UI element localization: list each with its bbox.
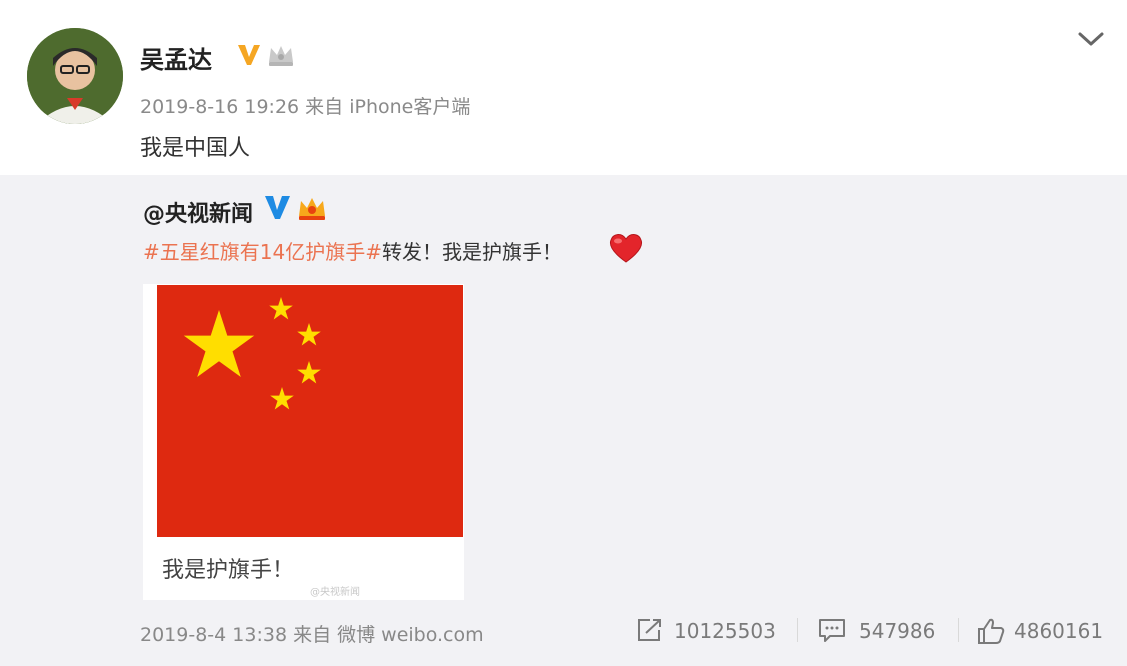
verified-v-icon: [238, 45, 260, 65]
post-text: 我是中国人: [140, 136, 251, 161]
repost-button[interactable]: 10125503: [636, 616, 786, 646]
like-count: 4860161: [1014, 619, 1104, 643]
repost-meta: 2019-8-4 13:38 来自 微博 weibo.com: [140, 624, 484, 646]
comment-count: 547986: [859, 619, 936, 643]
topic-link[interactable]: #五星红旗有14亿护旗手#: [143, 240, 382, 264]
post-meta: 2019-8-16 19:26 来自 iPhone客户端: [140, 96, 471, 118]
repost-text: #五星红旗有14亿护旗手#转发！我是护旗手！: [143, 236, 562, 265]
like-button[interactable]: 4860161: [976, 616, 1116, 646]
verified-v-icon: [265, 196, 290, 219]
heart-icon: [609, 234, 643, 263]
divider: [958, 618, 959, 642]
repost-user[interactable]: @央视新闻: [143, 196, 253, 228]
comment-button[interactable]: 547986: [817, 616, 947, 646]
member-crown-icon: [299, 198, 325, 220]
member-crown-icon: [269, 46, 293, 66]
author-name[interactable]: 吴孟达: [140, 40, 212, 75]
divider: [797, 618, 798, 642]
card-title: 我是护旗手！: [162, 558, 295, 583]
share-icon: [638, 619, 661, 641]
china-flag-image[interactable]: [157, 285, 463, 537]
thumbs-up-icon: [978, 618, 1005, 644]
comment-icon: [819, 619, 845, 642]
repost-message: 转发！我是护旗手！: [381, 240, 562, 264]
chevron-down-icon[interactable]: [1076, 28, 1106, 50]
watermark: @央视新闻: [310, 587, 360, 598]
repost-count: 10125503: [674, 619, 776, 643]
avatar[interactable]: [27, 28, 123, 124]
